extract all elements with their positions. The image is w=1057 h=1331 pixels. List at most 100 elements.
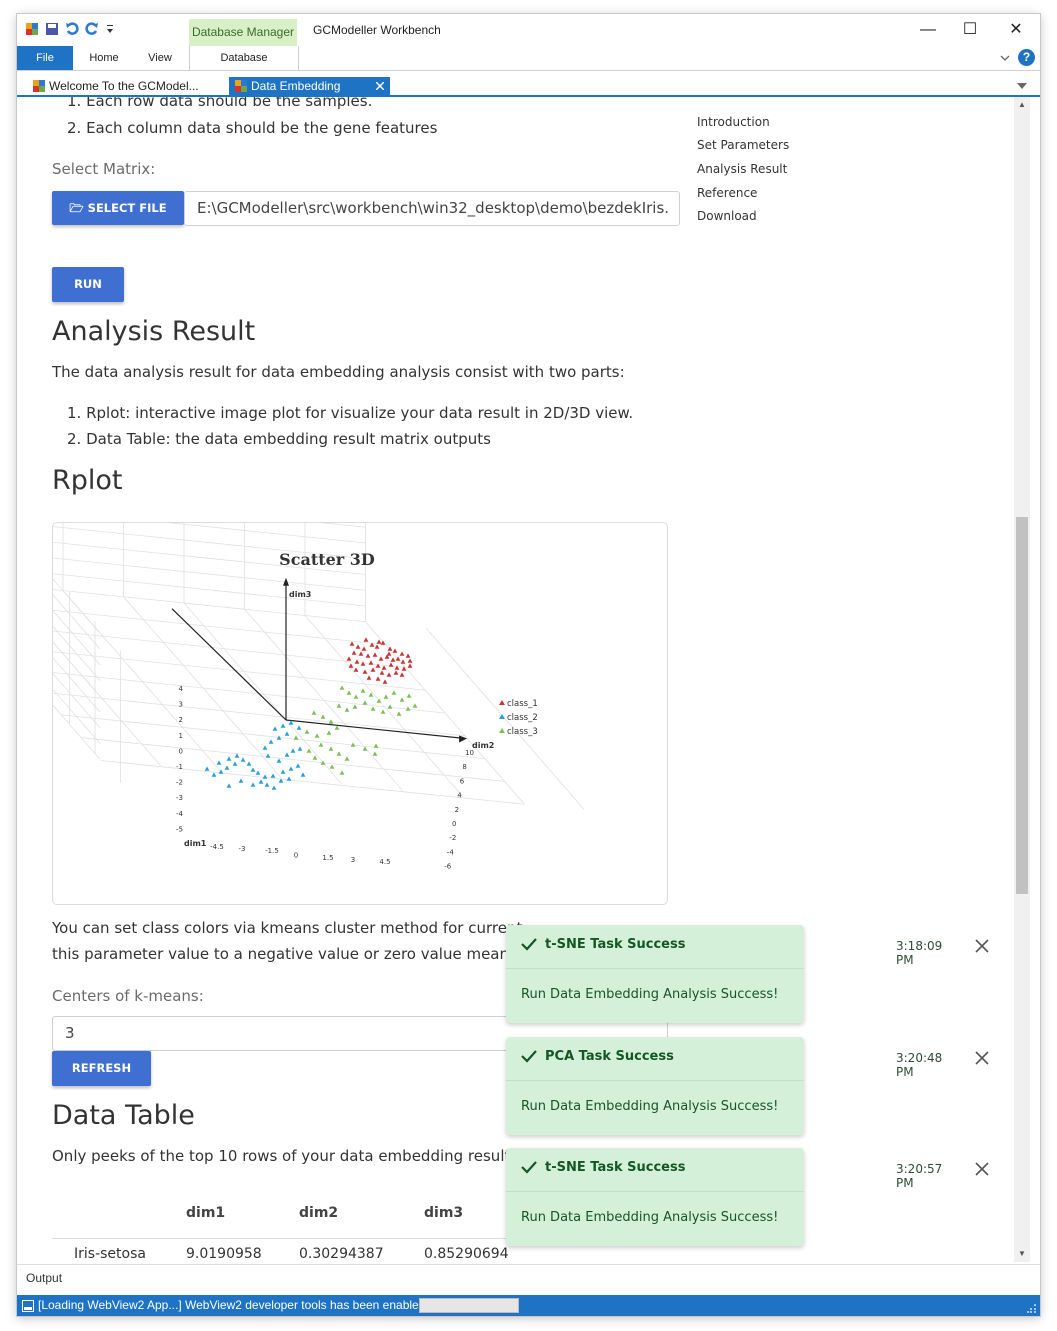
tab-view[interactable]: View — [135, 46, 185, 70]
close-tab-icon[interactable] — [376, 82, 384, 90]
data-point-class-3 — [362, 746, 368, 751]
toc-reference[interactable]: Reference — [697, 186, 757, 200]
data-point-class-2 — [284, 731, 290, 736]
folder-open-icon: 🗁 — [69, 201, 88, 215]
axis-tick-label: 8 — [462, 763, 466, 771]
select-file-button[interactable]: 🗁 SELECT FILE — [52, 191, 184, 225]
data-point-class-3 — [339, 685, 345, 690]
axis-tick-label: -3 — [239, 845, 246, 853]
axis-tick-label: 4.5 — [379, 858, 390, 866]
axis-tick-label: 3 — [179, 701, 183, 709]
data-point-class-3 — [318, 742, 324, 747]
file-path-field[interactable]: E:\GCModeller\src\workbench\win32_deskto… — [184, 191, 680, 226]
data-point-class-3 — [412, 703, 418, 708]
data-point-class-2 — [224, 765, 230, 770]
toast-notification: t-SNE Task Success 3:20:57 PM Run Data E… — [506, 1148, 989, 1246]
minimize-button[interactable]: — — [908, 18, 948, 42]
list-item: 2. Data Table: the data embedding result… — [67, 430, 491, 448]
axis-dim2 — [285, 719, 466, 740]
check-icon — [521, 1161, 537, 1174]
data-point-class-1 — [354, 659, 360, 664]
kmeans-description-2: this parameter value to a negative value… — [52, 945, 541, 963]
tab-home[interactable]: Home — [79, 46, 129, 70]
customize-qat-icon[interactable] — [105, 22, 115, 36]
data-point-class-2 — [268, 739, 274, 744]
axis-label-dim1: dim1 — [184, 839, 207, 848]
document-icon — [33, 80, 45, 92]
tab-file[interactable]: File — [17, 46, 73, 70]
data-point-class-1 — [362, 669, 368, 674]
undo-icon[interactable] — [65, 22, 79, 36]
document-icon — [235, 80, 247, 92]
data-point-class-1 — [388, 662, 394, 667]
refresh-button[interactable]: REFRESH — [52, 1051, 151, 1086]
tab-list-dropdown-icon[interactable] — [1017, 83, 1027, 89]
axis-dim1 — [171, 608, 287, 721]
data-point-class-3 — [306, 748, 312, 753]
toc-analysis-result[interactable]: Analysis Result — [697, 162, 787, 176]
tab-database[interactable]: Database — [190, 46, 298, 70]
centers-label: Centers of k-means: — [52, 987, 204, 1005]
grid-line — [53, 688, 101, 744]
scrollbar-thumb[interactable] — [1016, 517, 1028, 894]
vertical-scrollbar[interactable]: ▲ ▼ — [1014, 97, 1030, 1262]
legend-marker — [499, 714, 505, 719]
close-button[interactable]: ✕ — [996, 18, 1036, 42]
data-table-heading: Data Table — [52, 1100, 195, 1131]
toc-download[interactable]: Download — [697, 209, 757, 223]
data-point-class-2 — [271, 785, 277, 790]
data-point-class-3 — [383, 694, 389, 699]
resize-grip-icon[interactable] — [1027, 1303, 1037, 1313]
scroll-down-icon[interactable]: ▼ — [1018, 1249, 1026, 1258]
doc-tab-data-embedding[interactable]: Data Embedding — [229, 77, 390, 95]
data-point-class-3 — [362, 700, 368, 705]
select-matrix-label: Select Matrix: — [52, 160, 156, 178]
data-point-class-1 — [400, 659, 406, 664]
data-point-class-1 — [360, 661, 366, 666]
legend-marker — [499, 728, 505, 733]
help-icon[interactable]: ? — [1018, 49, 1035, 66]
toc-introduction[interactable]: Introduction — [697, 115, 770, 129]
ribbon-tabs: File Home View Database ? — [17, 46, 1040, 71]
close-icon[interactable] — [975, 1051, 989, 1065]
maximize-button[interactable]: ☐ — [950, 18, 990, 42]
redo-icon[interactable] — [85, 22, 99, 36]
data-point-class-2 — [250, 767, 256, 772]
data-point-class-2 — [246, 761, 252, 766]
close-icon[interactable] — [975, 939, 989, 953]
doc-tab-label: Data Embedding — [251, 79, 341, 93]
chart-title: Scatter 3D — [279, 550, 375, 569]
output-tab[interactable]: Output — [26, 1271, 62, 1285]
save-icon[interactable] — [45, 22, 59, 36]
close-icon[interactable] — [975, 1162, 989, 1176]
data-point-class-2 — [288, 766, 294, 771]
collapse-ribbon-icon[interactable] — [1000, 55, 1010, 62]
data-point-class-1 — [361, 646, 367, 651]
webview-content: 1. Each row data should be the samples. … — [24, 97, 1014, 1262]
context-tab-database-manager: Database Manager — [189, 19, 297, 46]
data-point-class-1 — [386, 672, 392, 677]
toc-set-parameters[interactable]: Set Parameters — [697, 138, 789, 152]
grid-line — [168, 523, 366, 544]
data-point-class-3 — [293, 735, 299, 740]
data-point-class-1 — [355, 644, 361, 649]
data-point-class-3 — [352, 704, 358, 709]
data-point-class-1 — [399, 651, 405, 656]
axis-tick-label: 0 — [294, 852, 298, 860]
data-point-class-2 — [290, 748, 296, 753]
run-button[interactable]: RUN — [52, 267, 124, 302]
title-bar: Database Manager GCModeller Workbench — … — [17, 14, 1040, 46]
data-point-class-2 — [276, 758, 282, 763]
doc-tab-welcome[interactable]: Welcome To the GCModel... — [27, 77, 245, 95]
analysis-result-heading: Analysis Result — [52, 316, 256, 347]
doc-tab-label: Welcome To the GCModel... — [49, 79, 199, 93]
scatter-3d-chart[interactable]: Scatter 3Ddim3dim2dim143210-1-2-3-4-5-4.… — [53, 523, 667, 904]
scroll-up-icon[interactable]: ▲ — [1018, 100, 1026, 109]
data-point-class-1 — [390, 657, 396, 662]
grid-line — [53, 672, 446, 714]
legend-label: class_1 — [507, 699, 538, 709]
data-point-class-1 — [392, 648, 398, 653]
rplot-heading: Rplot — [52, 465, 123, 496]
data-point-class-1 — [372, 652, 378, 657]
data-point-class-2 — [272, 726, 278, 731]
